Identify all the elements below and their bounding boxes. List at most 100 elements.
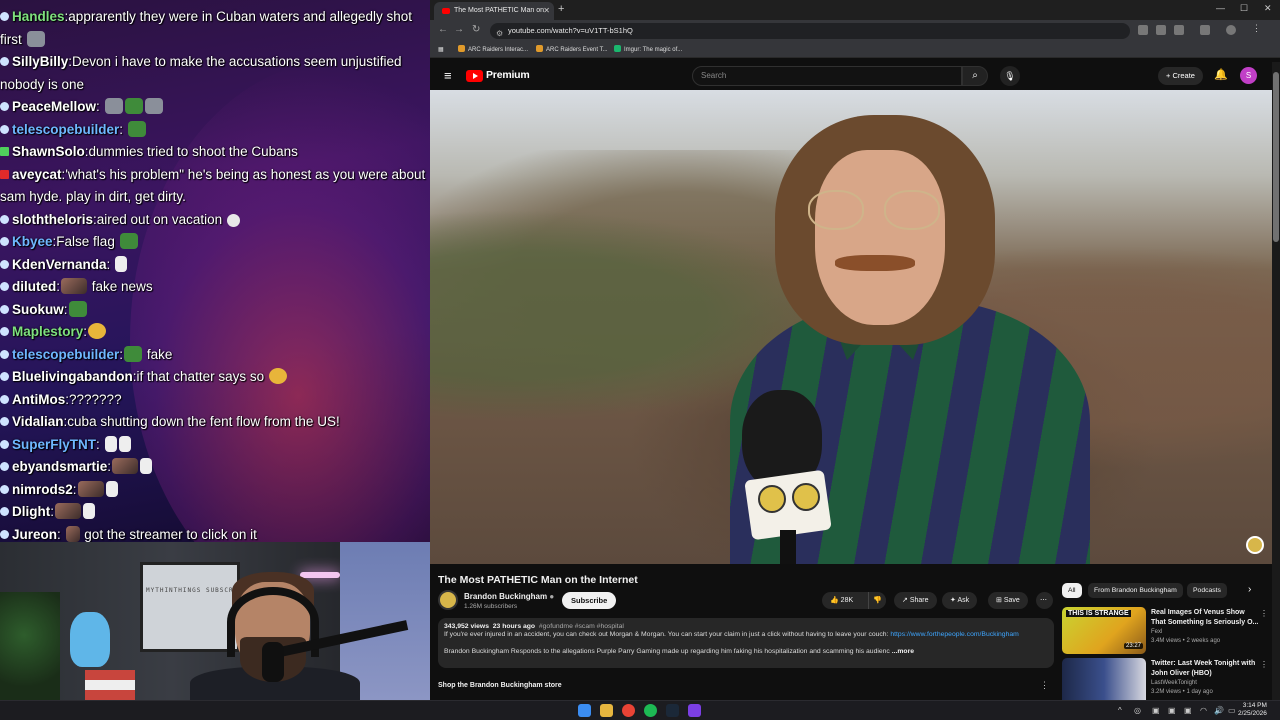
- ask-button[interactable]: ✦ Ask: [942, 592, 978, 609]
- microphone: [262, 642, 284, 682]
- maximize-icon[interactable]: ☐: [1240, 3, 1248, 14]
- page-scrollbar[interactable]: [1272, 62, 1280, 700]
- share-button[interactable]: ↗ Share: [894, 592, 937, 609]
- chat-badge-icon: [0, 259, 9, 269]
- menu-dots-icon[interactable]: ⋮: [1252, 23, 1262, 33]
- tray-app-icon[interactable]: ▣: [1152, 706, 1160, 715]
- chat-username: KdenVernanda: [12, 256, 107, 272]
- volume-icon[interactable]: 🔊: [1214, 706, 1224, 715]
- new-tab-icon[interactable]: +: [558, 3, 564, 15]
- channel-avatar[interactable]: [438, 590, 458, 610]
- close-tab-icon[interactable]: ✕: [543, 2, 550, 20]
- chat-username: Handles: [12, 9, 65, 24]
- extension-icon[interactable]: [1156, 25, 1166, 35]
- extension-icon[interactable]: [1138, 25, 1148, 35]
- description-link[interactable]: https://www.forthepeople.com/Buckingham: [890, 631, 1018, 638]
- battery-icon[interactable]: ▭: [1228, 706, 1236, 715]
- more-link[interactable]: ...more: [892, 648, 914, 655]
- chat-text: False flag: [56, 234, 115, 249]
- books: [85, 670, 135, 700]
- bookmark-item[interactable]: Imgur: The magic of...: [614, 42, 682, 58]
- more-actions-button[interactable]: ⋯: [1036, 592, 1053, 609]
- verified-icon: ●: [549, 592, 555, 601]
- forward-icon[interactable]: →: [454, 24, 464, 35]
- chat-message: SuperFlyTNT:: [0, 434, 426, 457]
- search-input[interactable]: Search: [692, 66, 962, 86]
- extension-icon[interactable]: [1174, 25, 1184, 35]
- chevron-right-icon[interactable]: ›: [1248, 584, 1251, 595]
- start-windows-icon[interactable]: [578, 704, 591, 717]
- more-dots-icon[interactable]: ⋮: [1260, 609, 1268, 618]
- store-more-icon[interactable]: ⋮: [1040, 680, 1049, 691]
- emote-icon: [61, 278, 88, 294]
- bookmark-item[interactable]: ARC Raiders Interac...: [458, 42, 528, 58]
- bookmark-label: ARC Raiders Interac...: [468, 47, 529, 53]
- steam-icon[interactable]: [666, 704, 679, 717]
- extensions-puzzle-icon[interactable]: [1200, 25, 1210, 35]
- obs-icon[interactable]: [688, 704, 701, 717]
- clock-time: 3:14 PM: [1242, 702, 1267, 709]
- subscribe-button[interactable]: Subscribe: [562, 592, 617, 609]
- tray-app-icon[interactable]: ◎: [1134, 706, 1141, 715]
- taskbar: ^ ◎ ▣ ▣ ▣ ◠ 🔊 ▭ 3:14 PM 2/25/2026: [0, 700, 1280, 720]
- create-button[interactable]: + Create: [1158, 67, 1203, 85]
- notifications-bell-icon[interactable]: 🔔: [1214, 68, 1228, 81]
- related-thumbnail[interactable]: [1062, 658, 1146, 705]
- chat-badge-icon: [0, 147, 9, 156]
- related-channel: Fexl: [1151, 629, 1163, 635]
- emote-icon: [65, 525, 80, 542]
- site-info-icon[interactable]: ⚙: [496, 26, 503, 42]
- related-video[interactable]: Twitter: Last Week Tonight with John Oli…: [1062, 658, 1272, 706]
- chat-message: KdenVernanda:: [0, 254, 426, 277]
- clock-date: 2/25/2026: [1238, 710, 1267, 717]
- apps-grid-icon[interactable]: ▦: [438, 42, 444, 58]
- browser-tab[interactable]: The Most PATHETIC Man on ✕: [434, 2, 554, 20]
- chat-text: if that chatter says so: [136, 369, 265, 384]
- chip-from-channel[interactable]: From Brandon Buckingham: [1088, 583, 1183, 598]
- tray-app-icon[interactable]: ▣: [1184, 706, 1192, 715]
- avatar[interactable]: S: [1240, 67, 1257, 84]
- chat-message: PeaceMellow:: [0, 96, 426, 119]
- chat-username: telescopebuilder: [12, 121, 120, 137]
- related-title: Real Images Of Venus Show That Something…: [1151, 609, 1259, 626]
- bookmark-favicon-icon: [458, 45, 465, 52]
- wifi-icon[interactable]: ◠: [1200, 706, 1207, 715]
- chip-podcasts[interactable]: Podcasts: [1187, 583, 1227, 598]
- video-description[interactable]: 343,952 views 23 hours ago #gofundme #sc…: [438, 618, 1054, 668]
- scrollbar-thumb[interactable]: [1273, 72, 1279, 242]
- back-icon[interactable]: ←: [438, 24, 448, 35]
- reload-icon[interactable]: ↻: [472, 24, 480, 35]
- related-video[interactable]: THIS IS STRANGE 23:27 Real Images Of Ven…: [1062, 607, 1272, 655]
- url-text: youtube.com/watch?v=uV1TT-bS1hQ: [508, 26, 633, 35]
- spotify-icon[interactable]: [644, 704, 657, 717]
- tray-app-icon[interactable]: ▣: [1168, 706, 1176, 715]
- minimize-icon[interactable]: —: [1216, 3, 1225, 13]
- video-player[interactable]: [430, 90, 1272, 564]
- description-text: Brandon Buckingham Responds to the alleg…: [444, 648, 890, 655]
- more-dots-icon[interactable]: ⋮: [1260, 660, 1268, 669]
- tray-chevron-icon[interactable]: ^: [1118, 706, 1122, 715]
- chat-badge-icon: [0, 304, 9, 314]
- emote-icon: [104, 435, 117, 452]
- address-bar[interactable]: ⚙ youtube.com/watch?v=uV1TT-bS1hQ: [490, 23, 1130, 39]
- profile-icon[interactable]: [1226, 25, 1236, 35]
- bookmark-item[interactable]: ARC Raiders Event T...: [536, 42, 608, 58]
- dislike-button[interactable]: 👎: [868, 592, 886, 609]
- close-window-icon[interactable]: ✕: [1264, 3, 1272, 14]
- menu-icon[interactable]: ≡: [444, 68, 452, 83]
- file-explorer-icon[interactable]: [600, 704, 613, 717]
- hashtags[interactable]: #gofundme #scam #hospital: [539, 623, 624, 630]
- youtube-brand[interactable]: Premium: [486, 69, 530, 81]
- chrome-icon[interactable]: [622, 704, 635, 717]
- chip-all[interactable]: All: [1062, 583, 1082, 598]
- system-clock[interactable]: 3:14 PM 2/25/2026: [1238, 702, 1267, 718]
- channel-watermark-icon[interactable]: [1246, 536, 1264, 554]
- save-button[interactable]: ⊞ Save: [988, 592, 1028, 609]
- voice-search-button[interactable]: 🎙: [1000, 66, 1020, 86]
- search-button[interactable]: ⌕: [962, 66, 988, 86]
- chat-username: ShawnSolo: [12, 144, 85, 159]
- channel-name[interactable]: Brandon Buckingham ●: [464, 592, 554, 601]
- chat-badge-icon: [0, 417, 9, 426]
- emote-icon: [124, 98, 143, 114]
- browser-toolbar: ← → ↻ ⚙ youtube.com/watch?v=uV1TT-bS1hQ …: [430, 20, 1280, 42]
